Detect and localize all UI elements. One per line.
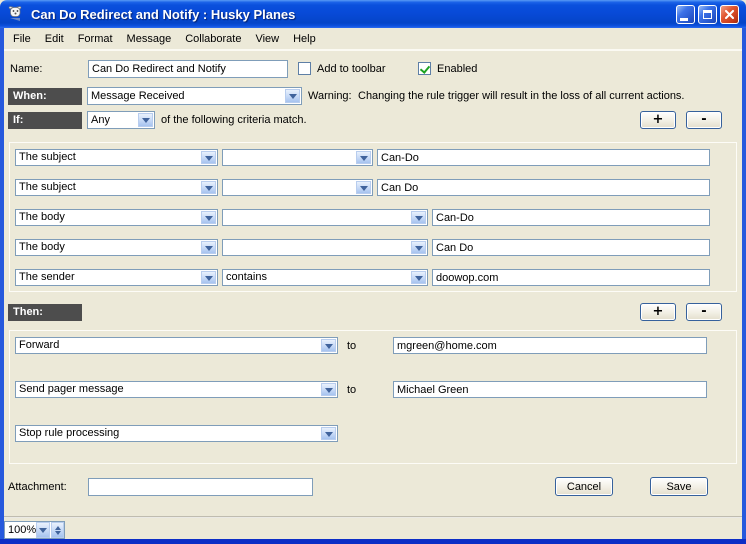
minimize-button[interactable] xyxy=(676,5,695,24)
if-suffix-text: of the following criteria match. xyxy=(161,114,307,126)
menu-help[interactable]: Help xyxy=(286,31,323,47)
criterion-field-combobox[interactable]: The subject xyxy=(15,179,218,196)
attachment-label: Attachment: xyxy=(8,481,67,493)
chevron-down-icon[interactable] xyxy=(411,271,426,284)
action-target-input[interactable] xyxy=(393,381,707,398)
enabled-checkbox[interactable] xyxy=(418,62,431,75)
warning-text: Changing the rule trigger will result in… xyxy=(358,90,685,102)
if-section-label: If: xyxy=(8,112,82,129)
chevron-down-icon[interactable] xyxy=(36,522,50,538)
attachment-input[interactable] xyxy=(88,478,313,496)
statusbar-divider xyxy=(4,516,742,518)
chevron-down-icon[interactable] xyxy=(321,383,336,396)
menu-view[interactable]: View xyxy=(248,31,286,47)
name-input[interactable] xyxy=(88,60,288,78)
when-section-label: When: xyxy=(8,88,82,105)
when-trigger-combobox[interactable]: Message Received xyxy=(87,87,302,105)
menu-message[interactable]: Message xyxy=(120,31,179,47)
menu-file[interactable]: File xyxy=(6,31,38,47)
criterion-operator-combobox[interactable] xyxy=(222,209,428,226)
menu-bar: File Edit Format Message Collaborate Vie… xyxy=(4,28,742,49)
action-to-label: to xyxy=(347,340,356,352)
chevron-down-icon[interactable] xyxy=(321,339,336,352)
criterion-value-input[interactable] xyxy=(432,239,710,256)
menu-edit[interactable]: Edit xyxy=(38,31,71,47)
criterion-field-combobox[interactable]: The sender xyxy=(15,269,218,286)
criterion-field-combobox[interactable]: The body xyxy=(15,209,218,226)
name-label: Name: xyxy=(10,63,42,75)
app-icon xyxy=(7,5,25,23)
chevron-down-icon[interactable] xyxy=(201,271,216,284)
action-type-combobox[interactable]: Forward xyxy=(15,337,338,354)
remove-action-button[interactable]: - xyxy=(686,303,722,321)
window-controls xyxy=(676,5,739,24)
chevron-down-icon[interactable] xyxy=(201,211,216,224)
window-border-right xyxy=(742,28,746,544)
minimize-icon xyxy=(680,18,688,21)
zoom-spinner[interactable] xyxy=(51,522,64,538)
chevron-down-icon[interactable] xyxy=(201,181,216,194)
menu-format[interactable]: Format xyxy=(71,31,120,47)
then-section-label: Then: xyxy=(8,304,82,321)
zoom-level-combobox[interactable]: 100% xyxy=(4,521,65,539)
criterion-value-input[interactable] xyxy=(377,179,710,196)
chevron-down-icon[interactable] xyxy=(285,89,300,103)
menu-collaborate[interactable]: Collaborate xyxy=(178,31,248,47)
enabled-label: Enabled xyxy=(437,63,477,75)
title-bar[interactable]: Can Do Redirect and Notify : Husky Plane… xyxy=(0,0,746,28)
if-match-combobox[interactable]: Any xyxy=(87,111,155,129)
action-target-input[interactable] xyxy=(393,337,707,354)
chevron-down-icon[interactable] xyxy=(138,113,153,127)
rule-editor-window: Can Do Redirect and Notify : Husky Plane… xyxy=(0,0,746,544)
action-type-combobox[interactable]: Send pager message xyxy=(15,381,338,398)
criterion-value-input[interactable] xyxy=(432,269,710,286)
criterion-operator-combobox[interactable] xyxy=(222,179,373,196)
criterion-field-combobox[interactable]: The body xyxy=(15,239,218,256)
chevron-down-icon[interactable] xyxy=(411,241,426,254)
chevron-down-icon[interactable] xyxy=(201,151,216,164)
add-to-toolbar-label: Add to toolbar xyxy=(317,63,386,75)
menu-separator xyxy=(4,49,742,51)
close-icon xyxy=(724,9,735,20)
window-border-bottom xyxy=(0,539,746,544)
criterion-operator-combobox[interactable]: contains xyxy=(222,269,428,286)
criterion-value-input[interactable] xyxy=(377,149,710,166)
chevron-down-icon[interactable] xyxy=(201,241,216,254)
spinner-down-icon[interactable] xyxy=(55,531,61,538)
chevron-down-icon[interactable] xyxy=(411,211,426,224)
maximize-icon xyxy=(703,10,712,19)
criterion-operator-combobox[interactable] xyxy=(222,239,428,256)
warning-label: Warning: xyxy=(308,90,352,102)
criterion-field-combobox[interactable]: The subject xyxy=(15,149,218,166)
zoom-level-value: 100% xyxy=(5,522,36,538)
action-type-combobox[interactable]: Stop rule processing xyxy=(15,425,338,442)
cancel-button[interactable]: Cancel xyxy=(555,477,613,496)
action-to-label: to xyxy=(347,384,356,396)
chevron-down-icon[interactable] xyxy=(356,151,371,164)
add-to-toolbar-checkbox[interactable] xyxy=(298,62,311,75)
window-title: Can Do Redirect and Notify : Husky Plane… xyxy=(31,7,295,22)
close-button[interactable] xyxy=(720,5,739,24)
maximize-button[interactable] xyxy=(698,5,717,24)
spinner-up-icon[interactable] xyxy=(55,523,61,530)
chevron-down-icon[interactable] xyxy=(356,181,371,194)
chevron-down-icon[interactable] xyxy=(321,427,336,440)
window-border-left xyxy=(0,28,4,544)
add-action-button[interactable]: + xyxy=(640,303,676,321)
add-criterion-button[interactable]: + xyxy=(640,111,676,129)
save-button[interactable]: Save xyxy=(650,477,708,496)
criterion-value-input[interactable] xyxy=(432,209,710,226)
remove-criterion-button[interactable]: - xyxy=(686,111,722,129)
criterion-operator-combobox[interactable] xyxy=(222,149,373,166)
